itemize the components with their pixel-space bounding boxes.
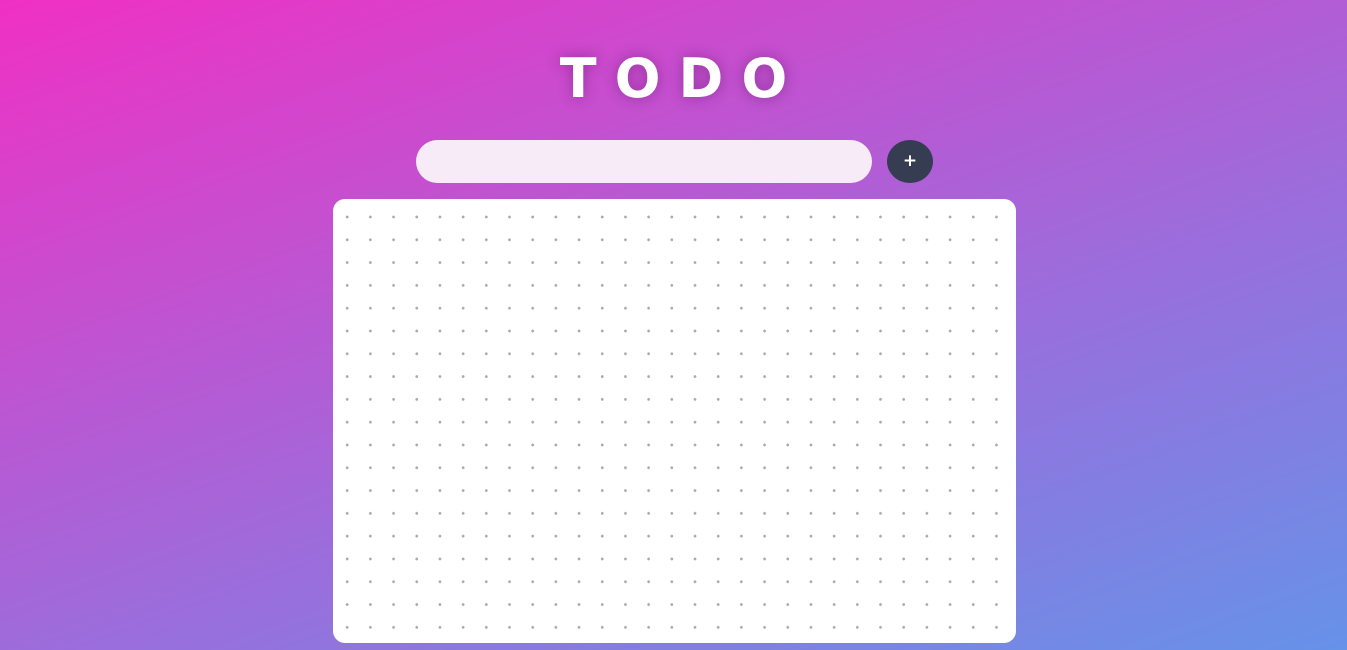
add-todo-button[interactable]: + xyxy=(887,140,933,183)
todo-input[interactable] xyxy=(416,140,872,183)
add-todo-form: + xyxy=(416,140,933,183)
app-title: TODO xyxy=(559,47,806,110)
todo-list-panel xyxy=(333,199,1016,643)
